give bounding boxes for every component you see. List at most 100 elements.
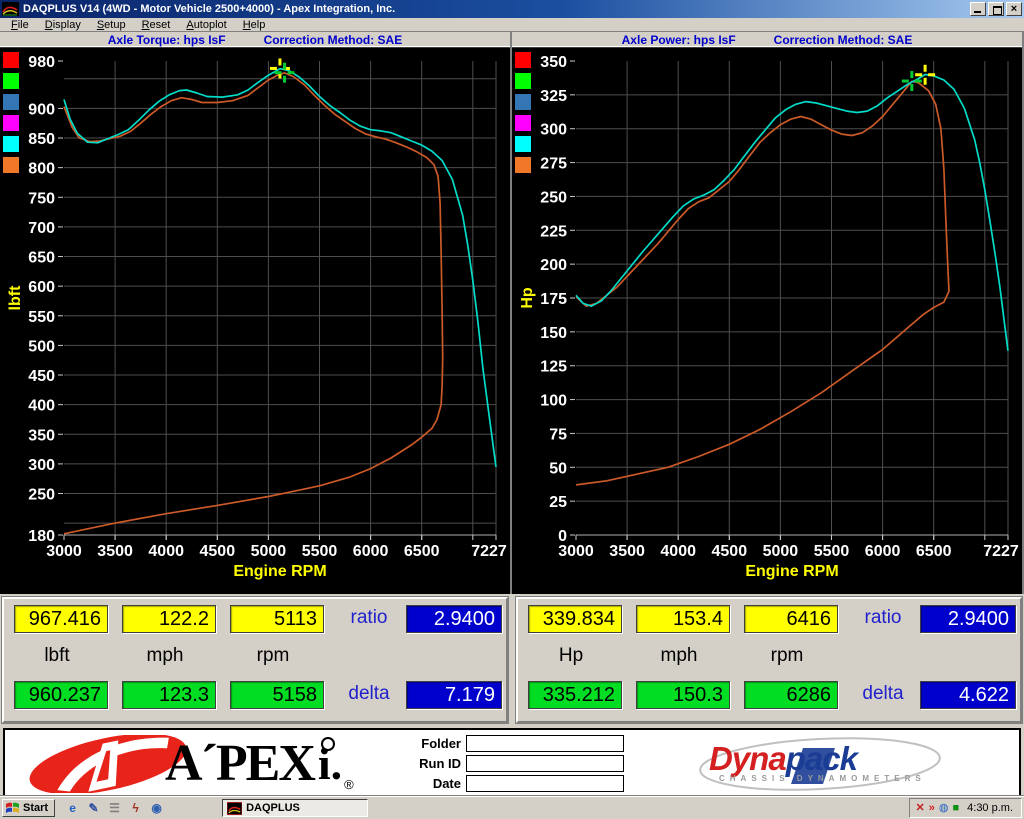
x-tick-label: 7227: [983, 543, 1019, 560]
series-power-run-orange: [576, 81, 949, 485]
start-button[interactable]: Start: [2, 799, 55, 817]
legend-swatch: [515, 157, 531, 173]
dynapack-logo: Dynapack CHASSIS DYNAMOMETERS: [695, 736, 945, 792]
restore-button[interactable]: [988, 2, 1004, 16]
x-tick-label: 5000: [763, 543, 799, 560]
y-tick-label: 50: [549, 460, 567, 477]
y-tick-label: 980: [28, 54, 55, 71]
legend-swatch: [515, 52, 531, 68]
torque-peak-value: 967.416: [14, 605, 108, 633]
fast-forward-icon[interactable]: »: [929, 801, 935, 815]
registered-mark: ®: [344, 777, 354, 792]
x-tick-label: 3500: [97, 543, 133, 560]
torque-peak-rpm: 5113: [230, 605, 324, 633]
x-tick-label: 7227: [471, 543, 507, 560]
internet-explorer-icon[interactable]: e: [65, 801, 80, 816]
menu-item-reset[interactable]: Reset: [135, 19, 178, 31]
folder-input[interactable]: [466, 735, 624, 752]
y-tick-label: 650: [28, 250, 55, 267]
y-tick-label: 750: [28, 190, 55, 207]
document-stack-icon[interactable]: ☰: [107, 801, 122, 816]
ratio-value: 2.9400: [920, 605, 1016, 633]
ratio-label: ratio: [338, 607, 400, 629]
speed-unit-label: mph: [122, 645, 208, 669]
y-tick-label: 850: [28, 131, 55, 148]
status-square-icon[interactable]: ■: [952, 801, 959, 815]
x-tick-label: 4000: [660, 543, 696, 560]
run-id-input[interactable]: [466, 755, 624, 772]
y-tick-label: 125: [540, 359, 567, 376]
x-tick-label: 6000: [353, 543, 389, 560]
readouts-area: 967.416 122.2 5113 ratio 2.9400 lbft mph…: [0, 594, 1024, 725]
dynapack-subtitle: CHASSIS DYNAMOMETERS: [719, 774, 926, 783]
close-button[interactable]: ×: [1006, 2, 1022, 16]
power-peak-rpm: 6416: [744, 605, 838, 633]
legend-swatch: [515, 115, 531, 131]
y-tick-label: 350: [540, 54, 567, 71]
delta-label: delta: [852, 683, 914, 705]
torque-peak-mph: 122.2: [122, 605, 216, 633]
x-tick-label: 4500: [200, 543, 236, 560]
series-power-run-cyan: [576, 75, 1008, 351]
y-tick-label: 500: [28, 338, 55, 355]
edit-page-icon[interactable]: ✎: [86, 801, 101, 816]
menu-item-setup[interactable]: Setup: [90, 19, 133, 31]
series-torque-run-orange: [64, 73, 443, 534]
date-input[interactable]: [466, 775, 624, 792]
torque-chart-canvas: 9809008508007507006506005505004504003503…: [0, 48, 510, 594]
network-error-icon[interactable]: ✕: [916, 801, 925, 815]
apexi-i-mark: i.: [318, 735, 342, 793]
legend-swatch: [515, 136, 531, 152]
menu-item-file[interactable]: File: [4, 19, 36, 31]
power-peak-mph: 153.4: [636, 605, 730, 633]
torque-second-value: 960.237: [14, 681, 108, 709]
menu-item-autoplot[interactable]: Autoplot: [179, 19, 233, 31]
legend-swatch: [515, 94, 531, 110]
legend-swatch: [515, 73, 531, 89]
torque-readout-panel: 967.416 122.2 5113 ratio 2.9400 lbft mph…: [2, 597, 508, 723]
x-axis-label: Engine RPM: [745, 563, 838, 580]
power-delta-value: 4.622: [920, 681, 1016, 709]
torque-chart-header: Axle Torque: hps IsF Correction Method: …: [0, 32, 510, 48]
y-tick-label: 600: [28, 279, 55, 296]
taskbar-clock: 4:30 p.m.: [967, 802, 1013, 814]
menu-item-help[interactable]: Help: [236, 19, 273, 31]
x-tick-label: 6500: [404, 543, 440, 560]
y-tick-label: 75: [549, 426, 567, 443]
y-axis-label: Hp: [519, 287, 536, 309]
power-second-mph: 150.3: [636, 681, 730, 709]
taskbar-daqplus-button[interactable]: DAQPLUS: [222, 799, 368, 817]
menu-item-display[interactable]: Display: [38, 19, 88, 31]
daqplus-task-icon: [227, 802, 242, 815]
run-info-fields: Folder Run ID Date: [413, 735, 624, 795]
legend-swatch: [3, 157, 19, 173]
rpm-unit-label: rpm: [744, 645, 830, 669]
torque-chart-panel: Axle Torque: hps IsF Correction Method: …: [0, 32, 510, 594]
power-chart-header: Axle Power: hps IsF Correction Method: S…: [512, 32, 1022, 48]
minimize-button[interactable]: [970, 2, 986, 16]
y-tick-label: 250: [28, 487, 55, 504]
y-tick-label: 400: [28, 398, 55, 415]
x-tick-label: 6000: [865, 543, 901, 560]
y-tick-label: 175: [540, 291, 567, 308]
y-tick-label: 150: [540, 325, 567, 342]
y-tick-label: 300: [28, 457, 55, 474]
charts-area: Axle Torque: hps IsF Correction Method: …: [0, 31, 1024, 594]
torque-delta-value: 7.179: [406, 681, 502, 709]
speed-unit-label: mph: [636, 645, 722, 669]
torque-correction-method: Correction Method: SAE: [264, 33, 403, 47]
power-unit-label: Hp: [528, 645, 614, 669]
dynapack-wordmark: Dynapack: [709, 740, 857, 778]
rpm-unit-label: rpm: [230, 645, 316, 669]
apexi-logo: A´PEX i. ®: [23, 734, 354, 794]
winamp-icon[interactable]: ϟ: [128, 801, 143, 816]
series-torque-run-cyan: [64, 69, 496, 467]
x-axis-label: Engine RPM: [233, 563, 326, 580]
ratio-label: ratio: [852, 607, 914, 629]
power-chart-canvas: 3503253002752502252001751501251007550250…: [512, 48, 1022, 594]
y-tick-label: 550: [28, 309, 55, 326]
messenger-icon[interactable]: ◉: [149, 801, 164, 816]
globe-alert-icon[interactable]: ◍: [939, 801, 949, 815]
x-tick-label: 5500: [302, 543, 338, 560]
y-tick-label: 800: [28, 161, 55, 178]
